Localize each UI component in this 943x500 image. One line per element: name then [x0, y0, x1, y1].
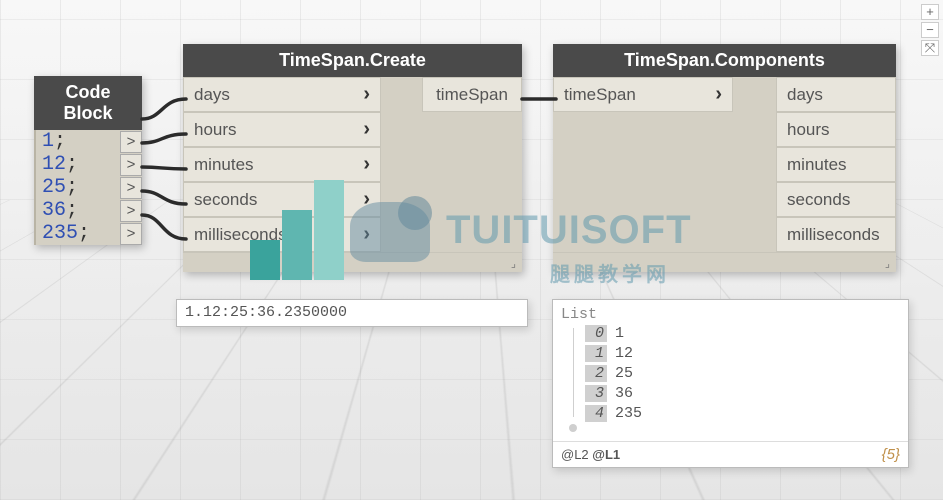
port-label: days [194, 85, 230, 105]
code-semicolon: ; [66, 199, 78, 222]
list-footer: @L2 @L1 {5} [553, 441, 908, 467]
output-port[interactable]: > [120, 154, 142, 176]
code-line: 235; > [34, 222, 142, 245]
list-value: 25 [615, 365, 633, 382]
code-value: 36 [36, 199, 66, 222]
code-value: 25 [36, 176, 66, 199]
list-item: 4 235 [585, 403, 900, 423]
chevron-right-icon: › [363, 83, 370, 106]
port-seconds-out[interactable]: seconds [776, 182, 896, 217]
code-value: 12 [36, 153, 66, 176]
node-title: TimeSpan.Components [553, 44, 896, 77]
port-minutes-out[interactable]: minutes [776, 147, 896, 182]
output-ports: timeSpan [381, 77, 522, 252]
node-title: Code Block [34, 76, 142, 130]
port-label: timeSpan [436, 85, 508, 105]
input-ports: timeSpan › [553, 77, 733, 252]
zoom-out-button[interactable]: − [921, 22, 939, 38]
node-title: TimeSpan.Create [183, 44, 522, 77]
code-body[interactable]: 1; > 12; > 25; > 36; > 235; > [34, 130, 142, 245]
port-label: days [787, 85, 823, 105]
list-item: 1 12 [585, 343, 900, 363]
list-index: 2 [585, 365, 607, 382]
code-semicolon: ; [66, 153, 78, 176]
zoom-in-button[interactable]: + [921, 4, 939, 20]
port-label: hours [787, 120, 830, 140]
list-index: 3 [585, 385, 607, 402]
port-days-out[interactable]: days [776, 77, 896, 112]
code-value: 1 [36, 130, 54, 153]
code-semicolon: ; [78, 222, 90, 245]
output-port[interactable]: > [120, 200, 142, 222]
chevron-right-icon: › [363, 153, 370, 176]
preview-value: 1.12:25:36.2350000 [185, 304, 347, 321]
port-label: milliseconds [194, 225, 287, 245]
port-minutes[interactable]: minutes › [183, 147, 381, 182]
list-value: 1 [615, 325, 624, 342]
port-label: timeSpan [564, 85, 636, 105]
zoom-controls: + − ⤧ [921, 4, 939, 56]
node-timespan-components[interactable]: TimeSpan.Components timeSpan › days hours… [553, 44, 896, 272]
code-line: 1; > [34, 130, 142, 153]
node-code-block[interactable]: Code Block 1; > 12; > 25; > 36; > 235; > [34, 76, 142, 245]
code-line: 36; > [34, 199, 142, 222]
code-semicolon: ; [66, 176, 78, 199]
tree-end-dot-icon [569, 424, 577, 432]
code-semicolon: ; [54, 130, 66, 153]
node-footer: ⌟ [183, 252, 522, 272]
code-value: 235 [36, 222, 78, 245]
output-port[interactable]: > [120, 131, 142, 153]
node-footer: ⌟ [553, 252, 896, 272]
list-item: 2 25 [585, 363, 900, 383]
code-line: 12; > [34, 153, 142, 176]
count-badge: {5} [882, 446, 900, 463]
list-index: 1 [585, 345, 607, 362]
output-ports: days hours minutes seconds milliseconds [733, 77, 896, 252]
port-label: minutes [787, 155, 847, 175]
port-hours-out[interactable]: hours [776, 112, 896, 147]
list-value: 12 [615, 345, 633, 362]
output-port[interactable]: > [120, 223, 142, 245]
port-milliseconds-out[interactable]: milliseconds [776, 217, 896, 252]
port-days[interactable]: days › [183, 77, 381, 112]
port-label: hours [194, 120, 237, 140]
port-milliseconds[interactable]: milliseconds › [183, 217, 381, 252]
chevron-right-icon: › [715, 83, 722, 106]
list-index: 4 [585, 405, 607, 422]
chevron-right-icon: › [363, 188, 370, 211]
input-ports: days › hours › minutes › seconds › milliseco… [183, 77, 381, 252]
preview-timespan-string: 1.12:25:36.2350000 [176, 299, 528, 327]
port-hours[interactable]: hours › [183, 112, 381, 147]
list-item: 3 36 [585, 383, 900, 403]
list-value: 36 [615, 385, 633, 402]
level-indicator: @L2 @L1 [561, 447, 620, 462]
zoom-fit-button[interactable]: ⤧ [921, 40, 939, 56]
resize-handle-icon[interactable]: ⌟ [885, 257, 890, 270]
preview-list[interactable]: List 01 112 225 336 4235 @L2 @L1 {5} [552, 299, 909, 468]
graph-canvas[interactable]: Code Block 1; > 12; > 25; > 36; > 235; > [0, 0, 943, 500]
chevron-right-icon: › [363, 118, 370, 141]
list-value: 235 [615, 405, 642, 422]
list-index: 0 [585, 325, 607, 342]
port-label: minutes [194, 155, 254, 175]
code-line: 25; > [34, 176, 142, 199]
port-timespan-in[interactable]: timeSpan › [553, 77, 733, 112]
port-label: seconds [787, 190, 850, 210]
chevron-right-icon: › [363, 223, 370, 246]
port-label: seconds [194, 190, 257, 210]
node-timespan-create[interactable]: TimeSpan.Create days › hours › minutes › se… [183, 44, 522, 272]
resize-handle-icon[interactable]: ⌟ [511, 257, 516, 270]
tree-guide-line [573, 328, 574, 417]
list-item: 01 [585, 323, 900, 343]
port-seconds[interactable]: seconds › [183, 182, 381, 217]
output-port[interactable]: > [120, 177, 142, 199]
list-label: List [561, 306, 900, 323]
port-label: milliseconds [787, 225, 880, 245]
port-timespan-out[interactable]: timeSpan [422, 77, 522, 112]
